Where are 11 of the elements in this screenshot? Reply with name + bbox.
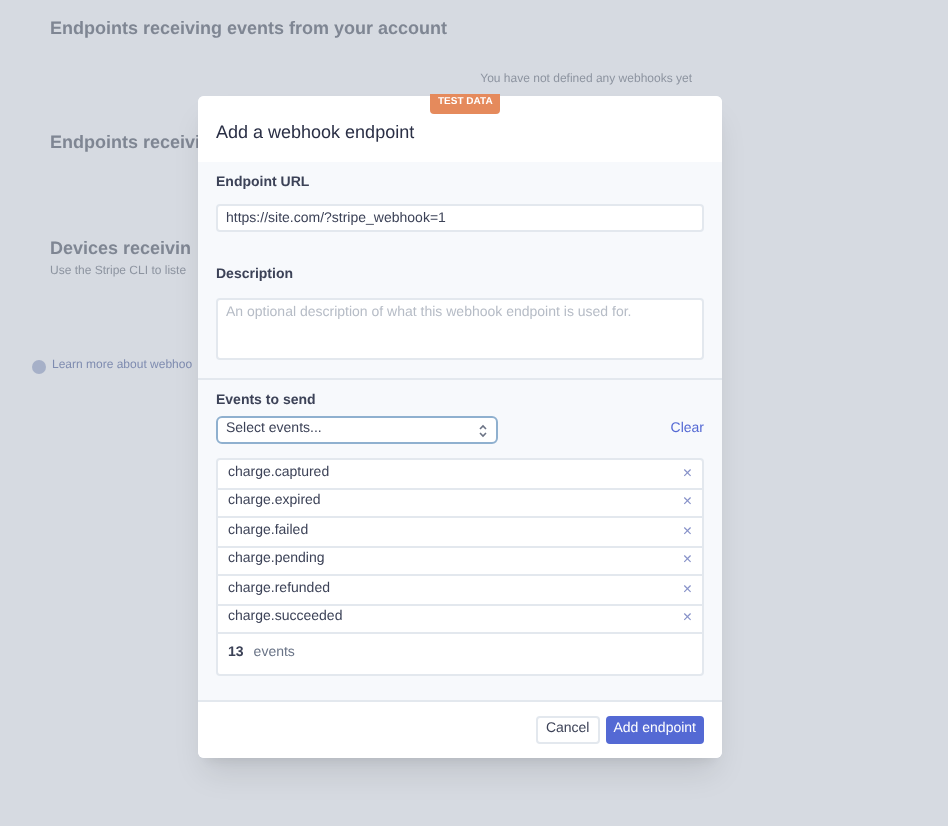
section-heading: Endpoints receivi — [50, 129, 201, 156]
chevron-updown-icon — [478, 423, 488, 437]
remove-event-button[interactable]: × — [682, 610, 692, 627]
remove-event-button[interactable]: × — [682, 552, 692, 569]
remove-event-button[interactable]: × — [682, 523, 692, 540]
remove-event-button[interactable]: × — [682, 465, 692, 482]
modal-title: Add a webhook endpoint — [216, 120, 417, 146]
remove-event-button[interactable]: × — [682, 494, 692, 511]
section-heading: Endpoints receiving events from your account — [50, 16, 448, 42]
remove-event-button[interactable]: × — [682, 581, 692, 598]
section-heading: Devices receivin — [50, 236, 192, 262]
